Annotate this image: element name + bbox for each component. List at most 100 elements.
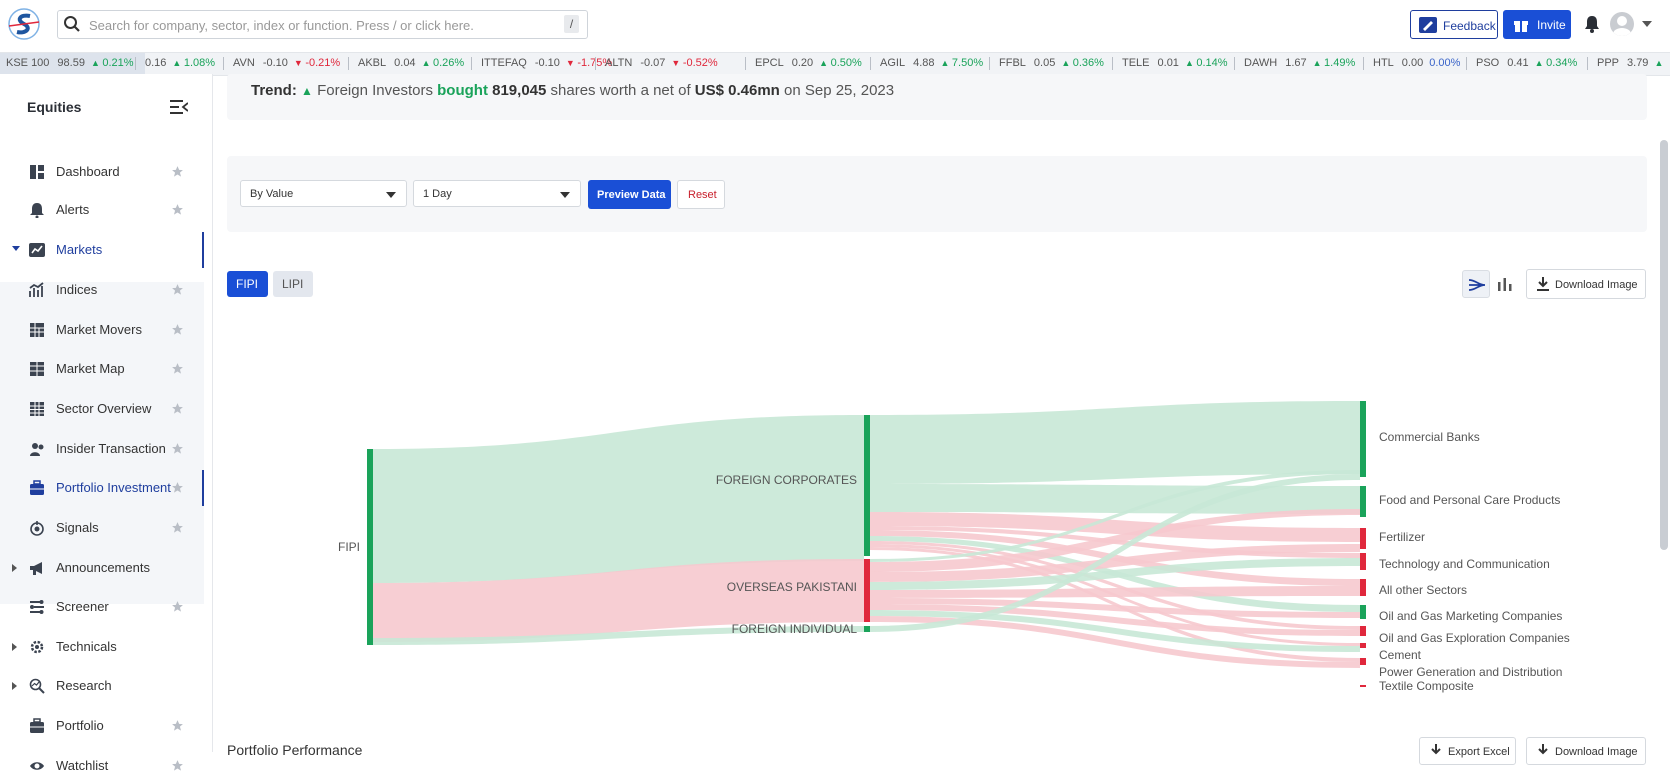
sidebar-item-sector-overview[interactable]: Sector Overview [0, 391, 204, 427]
sidebar-item-technicals[interactable]: Technicals [0, 629, 204, 665]
tab-fipi[interactable]: FIPI [227, 271, 268, 297]
tab-fipi-label: FIPI [236, 277, 259, 291]
sankey-label-sector: Textile Composite [1379, 679, 1474, 693]
signal-icon [29, 520, 45, 536]
download-image-button-2[interactable]: Download Image [1526, 737, 1646, 765]
app-logo[interactable] [6, 6, 42, 42]
notifications-bell-icon[interactable] [1584, 15, 1600, 33]
up-arrow-icon: ▲ [1312, 58, 1325, 68]
ticker-item[interactable]: KSE 100 98.59 ▲ 0.21% [6, 57, 134, 69]
sidebar-item-alerts[interactable]: Alerts [0, 192, 204, 228]
ticker-item[interactable]: ALTN -0.07 ▼ -0.52% [605, 57, 718, 69]
ticker-item[interactable]: AKBL 0.04 ▲ 0.26% [358, 57, 464, 69]
sidebar-item-label: Research [56, 678, 112, 693]
trend-text-2: shares worth a net of [550, 82, 691, 99]
ticker-value: 0.20 [791, 57, 814, 69]
ticker-item[interactable]: AVN -0.10 ▼ -0.21% [233, 57, 340, 69]
vertical-scrollbar[interactable] [1660, 140, 1668, 550]
favorite-star-icon[interactable] [171, 283, 184, 296]
sidebar-item-watchlist[interactable]: Watchlist [0, 748, 204, 784]
ticker-value: -0.10 [534, 57, 560, 69]
tab-lipi[interactable]: LIPI [273, 271, 313, 297]
sidebar-item-insider-transaction[interactable]: Insider Transaction [0, 431, 204, 467]
favorite-star-icon[interactable] [171, 362, 184, 375]
favorite-star-icon[interactable] [171, 759, 184, 772]
ticker-item[interactable]: HTL 0.00 0.00% [1373, 57, 1460, 69]
invite-button[interactable]: Invite [1503, 10, 1571, 39]
feedback-button[interactable]: Feedback [1410, 10, 1498, 39]
favorite-star-icon[interactable] [171, 600, 184, 613]
ticker-item[interactable]: FFBL 0.05 ▲ 0.36% [999, 57, 1104, 69]
ticker-symbol: PPP [1597, 57, 1620, 69]
value-type-select[interactable]: By Value [240, 180, 407, 207]
trend-amount: US$ 0.46mn [694, 82, 780, 99]
ticker-value: -0.07 [640, 57, 666, 69]
sankey-svg: FIPI FOREIGN CORPORATES OVERSEAS PAKISTANI… [338, 401, 1570, 693]
search-input[interactable]: Search for company, sector, index or fun… [57, 10, 588, 39]
sidebar-item-label: Sector Overview [56, 401, 152, 416]
favorite-star-icon[interactable] [171, 165, 184, 178]
sankey-view-button[interactable] [1462, 270, 1490, 298]
sankey-node-foreign-corporates [864, 415, 870, 556]
trend-summary: Trend: ▲ Foreign Investors bought 819,04… [227, 74, 1647, 120]
ticker-item[interactable]: EPCL 0.20 ▲ 0.50% [755, 57, 862, 69]
favorite-star-icon[interactable] [171, 481, 184, 494]
sidebar-item-announcements[interactable]: Announcements [0, 550, 204, 586]
ticker-item[interactable]: DAWH 1.67 ▲ 1.49% [1244, 57, 1355, 69]
favorite-star-icon[interactable] [171, 442, 184, 455]
chevron-right-icon[interactable] [12, 682, 18, 690]
up-arrow-icon: ▲ [172, 58, 184, 68]
ticker-item[interactable]: PPP 3.79 ▲ [1597, 57, 1663, 69]
sidebar-item-market-movers[interactable]: Market Movers [0, 312, 204, 348]
ticker-symbol: PSO [1476, 57, 1500, 69]
ticker-item[interactable]: 0.16 ▲ 1.08% [145, 57, 215, 69]
sidebar-item-market-map[interactable]: Market Map [0, 351, 204, 387]
favorite-star-icon[interactable] [171, 323, 184, 336]
favorite-star-icon[interactable] [171, 521, 184, 534]
sidebar-item-dashboard[interactable]: Dashboard [0, 154, 204, 190]
sidebar-item-indices[interactable]: Indices [0, 272, 204, 308]
ticker-item[interactable]: ITTEFAQ-0.10▼ -1.75% [481, 57, 612, 69]
favorite-star-icon[interactable] [171, 402, 184, 415]
sankey-label-sector: Oil and Gas Exploration Companies [1379, 631, 1570, 645]
trend-text-1: Foreign Investors [317, 82, 433, 99]
bar-chart-icon [1497, 276, 1513, 292]
download-image-button[interactable]: Download Image [1526, 269, 1646, 299]
export-excel-button[interactable]: Export Excel [1419, 737, 1516, 765]
user-avatar[interactable] [1610, 12, 1634, 36]
favorite-star-icon[interactable] [171, 719, 184, 732]
chevron-down-icon [386, 192, 396, 198]
sankey-label-investor: FOREIGN CORPORATES [716, 473, 857, 487]
ticker-change: 0.50% [830, 57, 862, 69]
up-arrow-icon: ▲ [90, 58, 103, 68]
favorite-star-icon[interactable] [171, 203, 184, 216]
trend-action: bought [437, 82, 488, 99]
chevron-right-icon[interactable] [12, 564, 18, 572]
bar-chart-view-button[interactable] [1491, 270, 1519, 298]
feedback-label: Feedback [1443, 19, 1496, 33]
ticker-item[interactable]: TELE 0.01 ▲ 0.14% [1122, 57, 1228, 69]
collapse-sidebar-icon[interactable] [170, 100, 188, 114]
sidebar-item-screener[interactable]: Screener [0, 589, 204, 625]
reset-button[interactable]: Reset [677, 180, 725, 209]
bell-icon [29, 202, 45, 218]
ticker-value: 0.01 [1157, 57, 1179, 69]
trend-label: Trend: [251, 82, 297, 99]
sidebar-item-portfolio[interactable]: Portfolio [0, 708, 204, 744]
sidebar-item-markets[interactable]: Markets [0, 232, 204, 268]
ticker-item[interactable]: PSO 0.41 ▲ 0.34% [1476, 57, 1577, 69]
sidebar-item-research[interactable]: Research [0, 668, 204, 704]
ticker-item[interactable]: AGIL 4.88 ▲ 7.50% [880, 57, 983, 69]
sidebar-item-signals[interactable]: Signals [0, 510, 204, 546]
sidebar-item-label: Signals [56, 520, 99, 535]
user-menu-chevron-down-icon[interactable] [1642, 21, 1652, 27]
sidebar-item-label: Screener [56, 599, 109, 614]
ticker-value: 98.59 [57, 57, 85, 69]
down-arrow-icon: ▼ [565, 58, 578, 68]
chevron-down-icon[interactable] [12, 246, 20, 252]
sankey-icon [1468, 277, 1486, 293]
preview-data-button[interactable]: Preview Data [588, 180, 671, 209]
chevron-right-icon[interactable] [12, 643, 18, 651]
sidebar-item-portfolio-investment[interactable]: Portfolio Investment [0, 470, 204, 506]
period-select[interactable]: 1 Day [413, 180, 581, 207]
